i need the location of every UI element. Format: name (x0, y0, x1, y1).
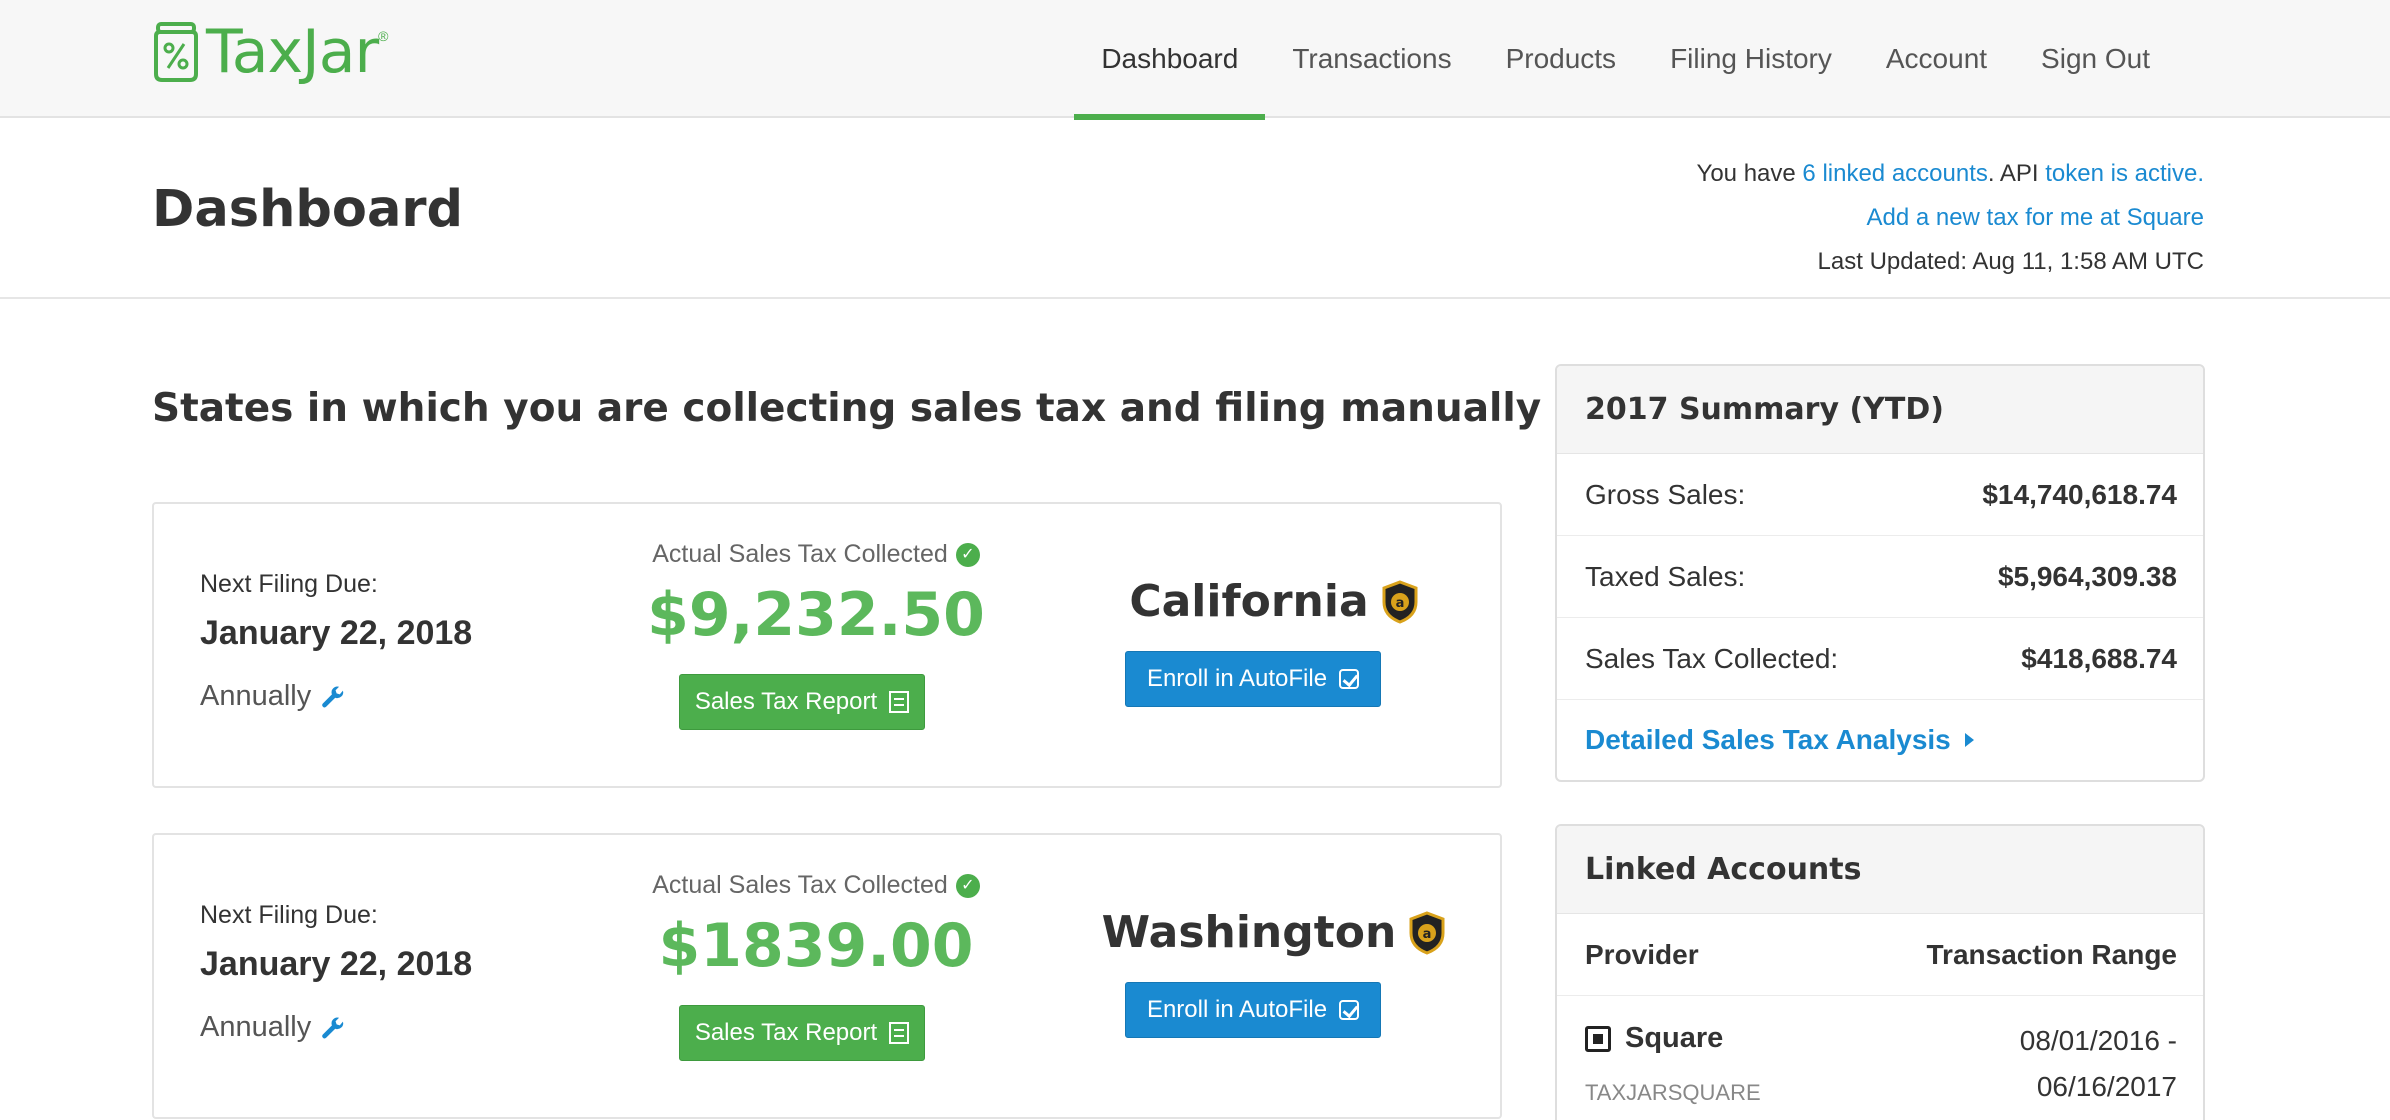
nav-sign-out[interactable]: Sign Out (2014, 0, 2177, 118)
filing-frequency-label: Annually (200, 1011, 312, 1043)
collected-label-text: Actual Sales Tax Collected (652, 871, 948, 899)
column-header-range: Transaction Range (1926, 938, 2177, 970)
collected-label: Actual Sales Tax Collected ✓ (641, 871, 991, 900)
linked-accounts-title: Linked Accounts (1557, 826, 2203, 914)
amazon-shield-icon: a (1382, 579, 1418, 624)
brand-name: TaxJar (206, 17, 379, 87)
page-title: Dashboard (152, 180, 464, 239)
triangle-right-icon (1964, 733, 1974, 747)
check-circle-icon: ✓ (955, 873, 980, 898)
summary-value: $5,964,309.38 (1997, 560, 2177, 592)
transaction-range: 08/01/2016 - 06/16/2017 (2020, 1018, 2177, 1110)
summary-title: 2017 Summary (YTD) (1557, 366, 2203, 454)
sales-tax-report-button[interactable]: Sales Tax Report (679, 1005, 925, 1061)
filing-frequency: Annually (200, 680, 347, 713)
wrench-icon[interactable] (319, 683, 347, 711)
linked-status-line: You have 6 linked accounts. API token is… (1697, 152, 2204, 196)
svg-text:a: a (1395, 596, 1404, 611)
summary-value: $14,740,618.74 (1982, 478, 2177, 510)
enroll-autofile-button[interactable]: Enroll in AutoFile (1125, 651, 1381, 707)
provider-name[interactable]: Square (1585, 1022, 1723, 1055)
nav-products[interactable]: Products (1479, 0, 1644, 118)
state-name-label: Washington (1101, 907, 1397, 958)
top-navbar: TaxJar ® Dashboard Transactions Products… (0, 0, 2390, 120)
detailed-analysis-link[interactable]: Detailed Sales Tax Analysis (1557, 700, 2203, 780)
range-end: 06/16/2017 (2036, 1071, 2177, 1102)
main-nav: Dashboard Transactions Products Filing H… (1074, 0, 2177, 120)
summary-row-tax-collected: Sales Tax Collected: $418,688.74 (1557, 618, 2203, 700)
checkbox-icon (1339, 1000, 1360, 1020)
svg-text:a: a (1423, 927, 1432, 942)
taxjar-logo-icon (154, 22, 198, 82)
check-circle-icon: ✓ (955, 542, 980, 567)
next-filing-date: January 22, 2018 (200, 945, 473, 983)
provider-account: TAXJARSQUARE (1585, 1080, 1761, 1105)
enroll-autofile-label: Enroll in AutoFile (1146, 665, 1328, 692)
sales-tax-report-label: Sales Tax Report (694, 688, 878, 715)
summary-label: Gross Sales: (1585, 478, 1746, 510)
linked-accounts-panel: Linked Accounts Provider Transaction Ran… (1555, 824, 2205, 1120)
last-updated: Last Updated: Aug 11, 1:58 AM UTC (1817, 248, 2204, 275)
square-logo-icon (1585, 1025, 1611, 1052)
add-tax-link[interactable]: Add a new tax for me at Square (1866, 204, 2204, 231)
table-row: Square TAXJARSQUARE 08/01/2016 - 06/16/2… (1557, 996, 2203, 1120)
collected-label-text: Actual Sales Tax Collected (652, 540, 948, 568)
taxjar-logo[interactable]: TaxJar ® (150, 17, 389, 87)
api-token-link[interactable]: token is active. (2045, 160, 2204, 187)
next-filing-label: Next Filing Due: (200, 570, 378, 598)
linked-accounts-header-row: Provider Transaction Range (1557, 914, 2203, 996)
sales-tax-report-button[interactable]: Sales Tax Report (679, 674, 925, 730)
checkbox-icon (1339, 669, 1360, 689)
wrench-icon[interactable] (319, 1014, 347, 1042)
nav-transactions[interactable]: Transactions (1265, 0, 1478, 118)
page-header: Dashboard You have 6 linked accounts. AP… (0, 118, 2390, 299)
state-card-california: Next Filing Due: January 22, 2018 Annual… (152, 502, 1502, 788)
nav-dashboard[interactable]: Dashboard (1074, 0, 1266, 120)
state-name-label: California (1129, 576, 1369, 627)
enroll-autofile-button[interactable]: Enroll in AutoFile (1125, 982, 1381, 1038)
api-prefix-text: . API (1987, 160, 2046, 187)
enroll-autofile-label: Enroll in AutoFile (1146, 996, 1328, 1023)
column-header-provider: Provider (1585, 938, 1699, 970)
linked-prefix-text: You have (1696, 160, 1803, 187)
provider-label: Square (1625, 1022, 1724, 1054)
collected-label: Actual Sales Tax Collected ✓ (641, 540, 991, 569)
summary-panel: 2017 Summary (YTD) Gross Sales: $14,740,… (1555, 364, 2205, 782)
filing-frequency: Annually (200, 1011, 347, 1044)
state-card-washington: Next Filing Due: January 22, 2018 Annual… (152, 833, 1502, 1119)
account-status: You have 6 linked accounts. API token is… (1697, 152, 2204, 284)
summary-label: Taxed Sales: (1585, 560, 1746, 592)
summary-label: Sales Tax Collected: (1585, 642, 1839, 674)
document-icon (889, 1022, 910, 1044)
filing-frequency-label: Annually (200, 680, 312, 712)
brand-registered-mark: ® (378, 28, 389, 44)
linked-accounts-link[interactable]: 6 linked accounts (1802, 160, 1987, 187)
detailed-analysis-label: Detailed Sales Tax Analysis (1585, 724, 1951, 755)
next-filing-date: January 22, 2018 (200, 614, 473, 652)
states-section-title: States in which you are collecting sales… (152, 386, 1542, 431)
amazon-shield-icon: a (1409, 910, 1445, 955)
state-name: Washington a (1064, 907, 1484, 958)
sales-tax-report-label: Sales Tax Report (694, 1019, 878, 1046)
tax-collected-amount: $9,232.50 (647, 580, 985, 650)
summary-row-taxed-sales: Taxed Sales: $5,964,309.38 (1557, 536, 2203, 618)
summary-row-gross-sales: Gross Sales: $14,740,618.74 (1557, 454, 2203, 536)
next-filing-label: Next Filing Due: (200, 901, 378, 929)
state-name: California a (1064, 576, 1484, 627)
range-start: 08/01/2016 - (2019, 1025, 2177, 1056)
nav-account[interactable]: Account (1859, 0, 2014, 118)
tax-collected-amount: $1839.00 (658, 911, 974, 981)
nav-filing-history[interactable]: Filing History (1643, 0, 1859, 118)
summary-value: $418,688.74 (2021, 642, 2177, 674)
document-icon (889, 691, 910, 713)
